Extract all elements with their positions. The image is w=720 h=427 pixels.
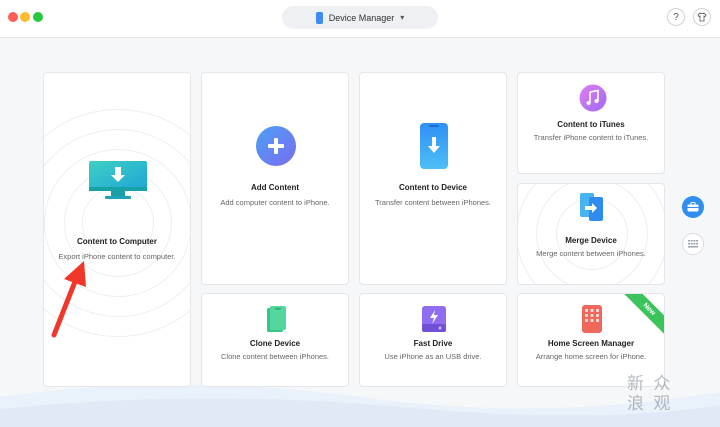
plus-circle-icon [256,126,296,166]
question-mark-icon: ? [673,11,679,23]
card-description: Merge content between iPhones. [536,249,646,258]
card-description: Transfer iPhone content to iTunes. [533,133,649,142]
card-description: Clone content between iPhones. [221,352,329,361]
close-window-button[interactable] [8,12,18,22]
card-description: Arrange home screen for iPhone. [535,352,647,361]
title-bar: Device Manager ▾ ? [0,0,720,38]
fast-drive-card[interactable]: Fast Drive Use iPhone as an USB drive. [359,293,507,387]
card-title: Merge Device [565,236,617,245]
phone-icon [315,11,323,24]
card-description: Add computer content to iPhone. [220,198,330,207]
card-title: Content to Computer [77,237,157,246]
card-title: Clone Device [249,339,301,348]
clone-phone-icon [267,306,286,332]
usb-drive-icon [422,306,446,332]
card-title: Home Screen Manager [547,339,635,348]
home-screen-manager-card[interactable]: Home Screen Manager Arrange home screen … [517,293,665,387]
chevron-down-icon: ▾ [400,13,405,22]
content-to-itunes-card[interactable]: Content to iTunes Transfer iPhone conten… [517,72,665,174]
briefcase-icon [687,202,699,212]
card-title: Fast Drive [413,339,453,348]
card-title: Add Content [251,183,299,192]
clone-device-card[interactable]: Clone Device Clone content between iPhon… [201,293,349,387]
minimize-window-button[interactable] [20,12,30,22]
new-badge: New [622,294,664,336]
device-manager-dropdown[interactable]: Device Manager ▾ [282,6,438,29]
keyboard-grid-icon [688,240,698,248]
app-grid-phone-icon [582,305,602,333]
music-note-icon [579,84,607,112]
more-tools-button[interactable] [682,233,704,255]
tshirt-icon [697,12,707,22]
add-content-card[interactable]: Add Content Add computer content to iPho… [201,72,349,285]
new-badge-label: New [622,294,664,336]
merge-device-card[interactable]: Merge Device Merge content between iPhon… [517,183,665,285]
phone-download-icon [420,123,448,169]
merge-phones-icon [580,193,603,221]
help-button[interactable]: ? [667,8,685,26]
content-to-computer-card[interactable]: Content to Computer Export iPhone conten… [43,72,191,387]
card-description: Use iPhone as an USB drive. [384,352,482,361]
card-title: Content to iTunes [557,120,625,129]
device-selector-label: Device Manager [328,12,395,23]
skin-button[interactable] [693,8,711,26]
monitor-download-icon [89,161,147,199]
card-description: Transfer content between iPhones. [374,198,492,207]
red-arrow-annotation [51,261,86,338]
content-to-device-card[interactable]: Content to Device Transfer content betwe… [359,72,507,285]
toolbox-button[interactable] [682,196,704,218]
watermark: 新 众 浪 观 [627,374,717,422]
maximize-window-button[interactable] [33,12,43,22]
watermark-text: 新 众 浪 观 [627,374,673,414]
card-title: Content to Device [398,183,467,192]
